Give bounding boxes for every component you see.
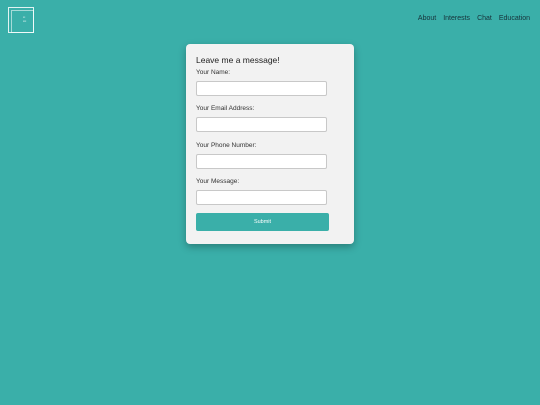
name-input[interactable] [196,81,327,96]
message-label: Your Message: [196,178,240,185]
nav-link-interests[interactable]: Interests [443,15,470,22]
contact-form-card: Leave me a message! Your Name: Your Emai… [186,44,354,244]
email-label: Your Email Address: [196,105,255,112]
nav-link-about[interactable]: About [418,15,436,22]
top-nav: About Interests Chat Education [418,15,530,22]
phone-label: Your Phone Number: [196,142,257,149]
name-label: Your Name: [196,69,231,76]
phone-input[interactable] [196,154,327,169]
logo-mark: ▪▪ ▪▪▪ [23,15,27,23]
form-title: Leave me a message! [196,55,280,65]
submit-button[interactable]: Submit [196,213,329,231]
site-logo[interactable]: ▪▪ ▪▪▪ [8,7,34,33]
email-input[interactable] [196,117,327,132]
message-input[interactable] [196,190,327,205]
nav-link-education[interactable]: Education [499,15,530,22]
nav-link-chat[interactable]: Chat [477,15,492,22]
